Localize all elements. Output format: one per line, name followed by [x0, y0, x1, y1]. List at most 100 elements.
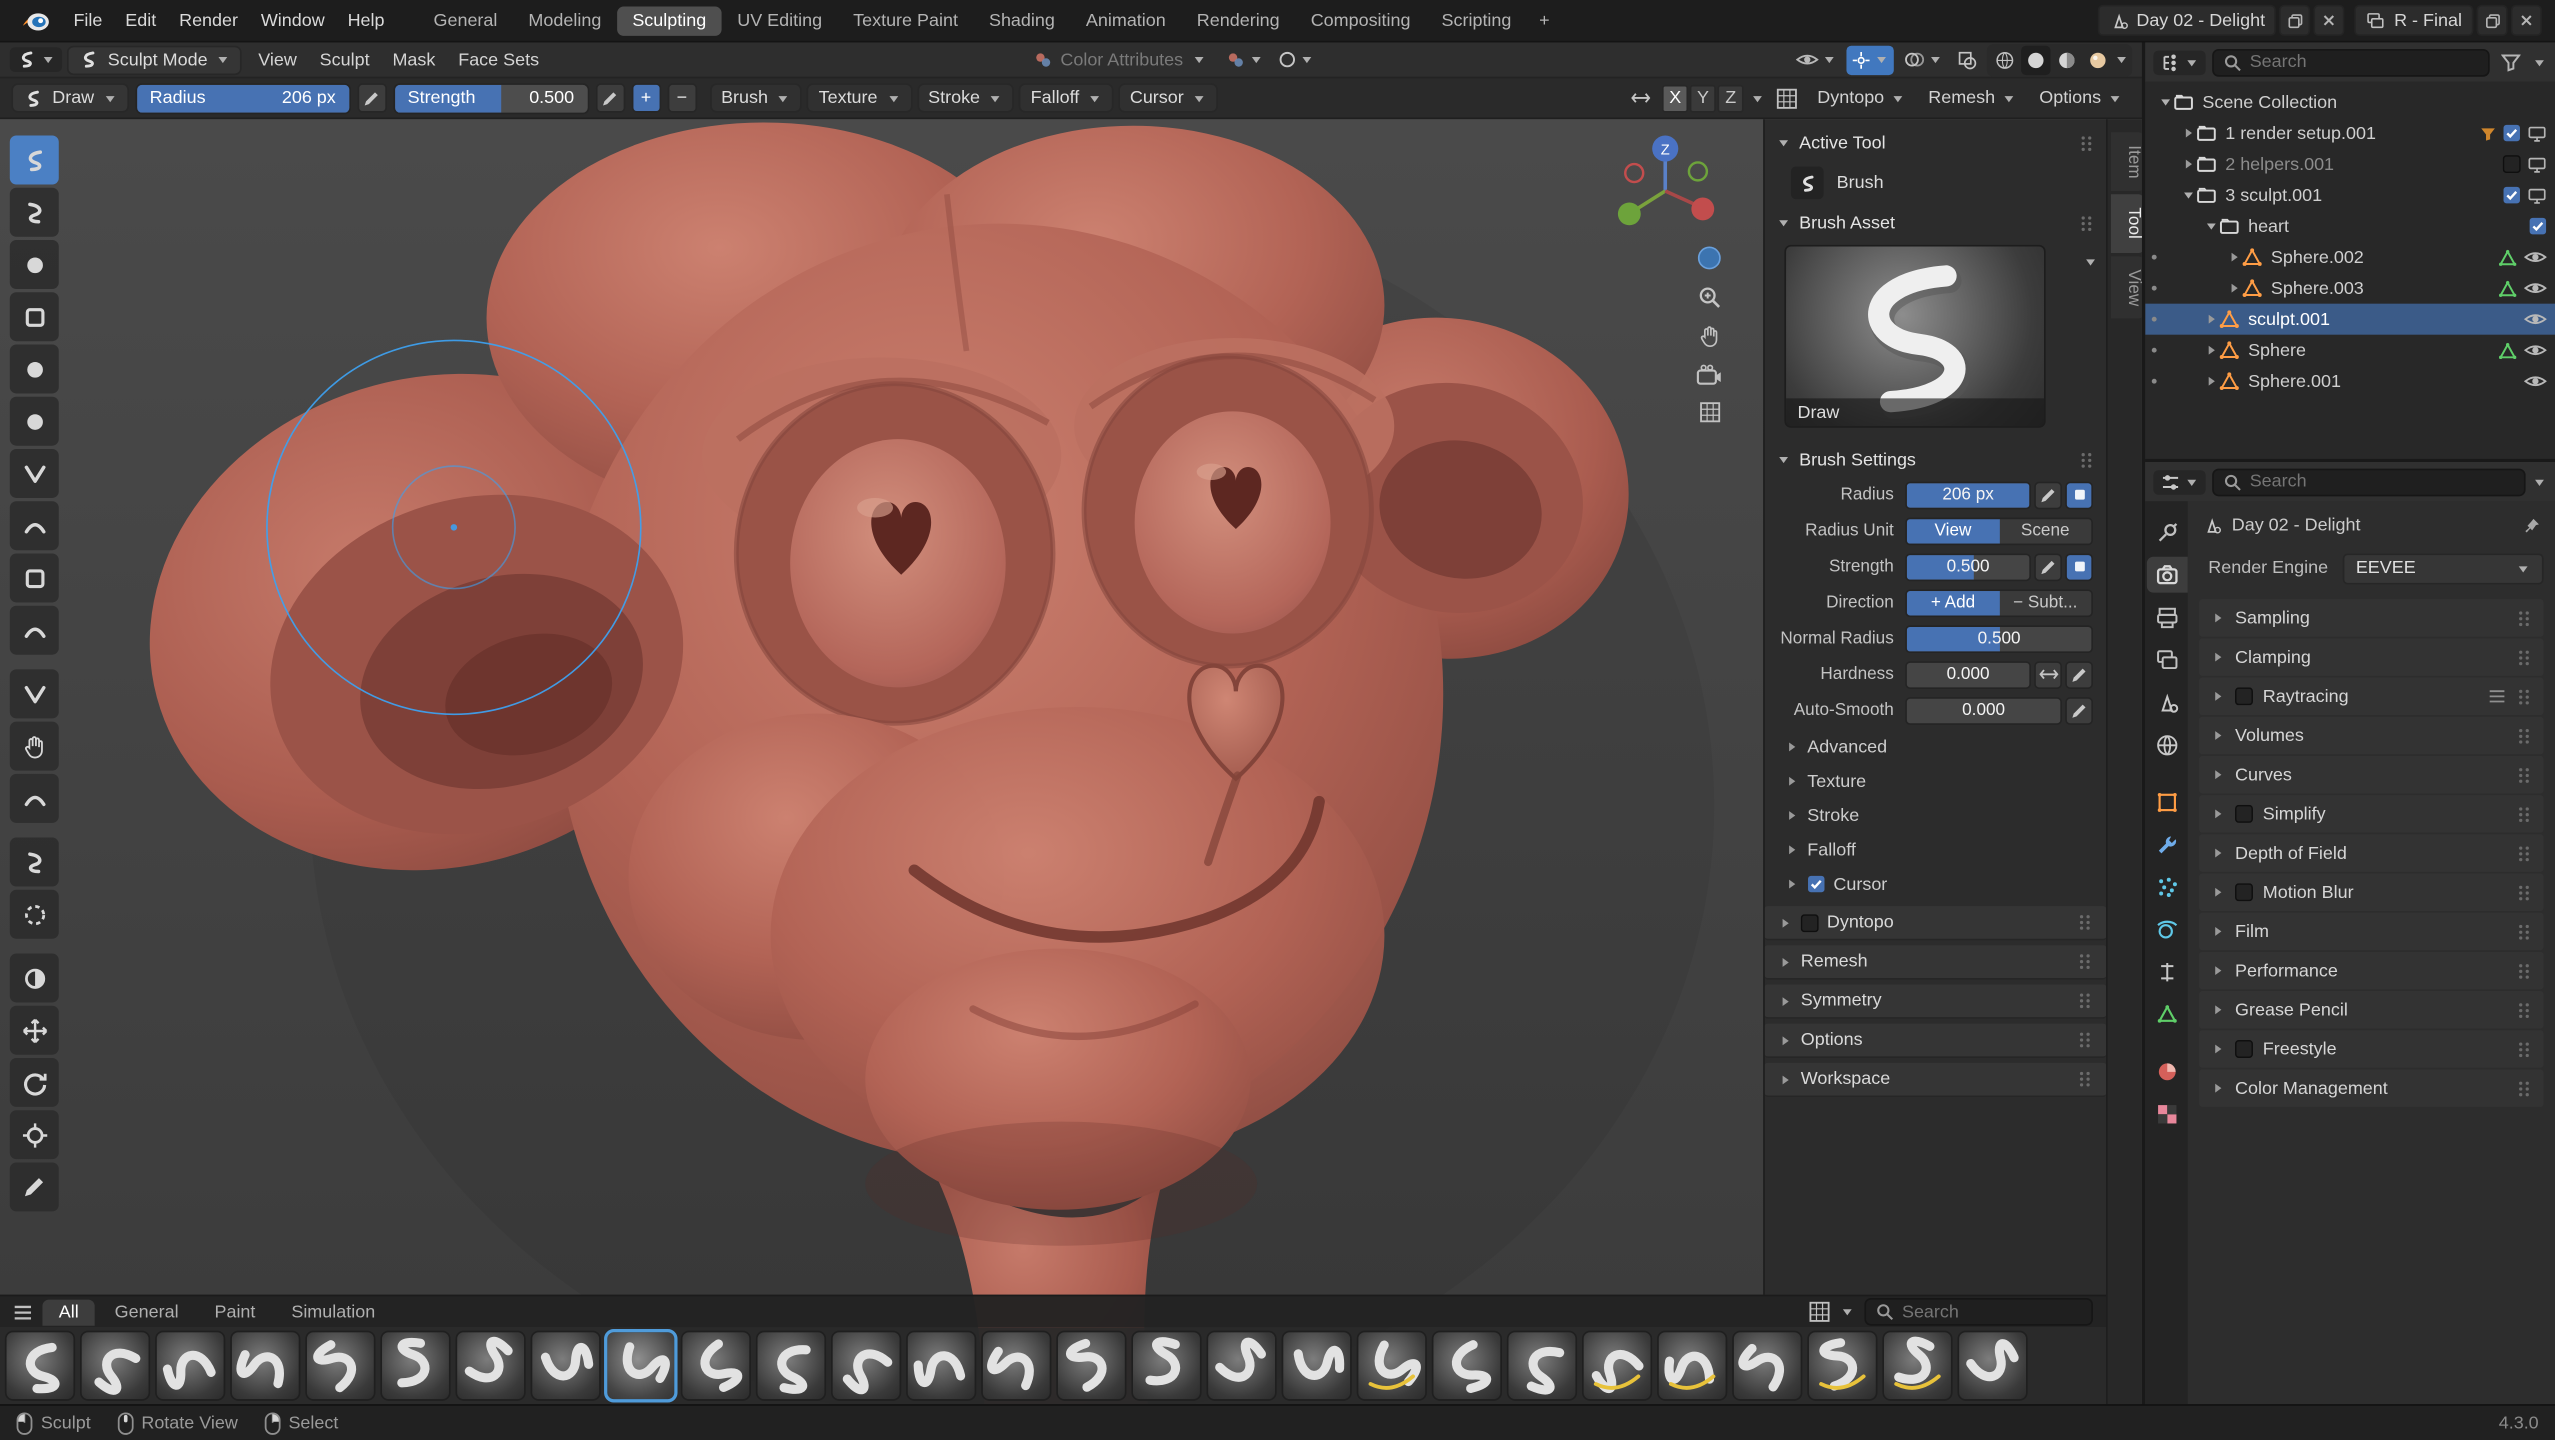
section-freestyle[interactable]: Freestyle: [2199, 1030, 2543, 1068]
outliner-row-heart[interactable]: heart: [2145, 211, 2555, 242]
shelf-tab-all[interactable]: All: [42, 1299, 95, 1325]
checkbox-off-icon[interactable]: [2235, 883, 2253, 901]
radius-slider[interactable]: Radius 206 px: [135, 82, 351, 113]
outliner-search-input[interactable]: [2250, 52, 2479, 72]
brush-asset-panel-header[interactable]: Brush Asset: [1765, 204, 2106, 242]
pin-icon[interactable]: [2524, 518, 2540, 534]
menu-file[interactable]: File: [62, 6, 114, 35]
shelf-menu-icon[interactable]: [13, 1304, 33, 1320]
toolbar-crease-button[interactable]: [10, 449, 59, 498]
viewport-3d[interactable]: Z: [0, 119, 2142, 1404]
direction-subtract-button[interactable]: −: [667, 83, 696, 112]
dyntopo-popover[interactable]: Dyntopo: [1809, 88, 1913, 108]
section-clamping[interactable]: Clamping: [2199, 638, 2543, 676]
checkbox-off-icon[interactable]: [2235, 687, 2253, 705]
brush-thumbnail[interactable]: [1056, 1331, 1126, 1401]
outliner-row-sphere[interactable]: Sphere: [2145, 335, 2555, 366]
brush-preview-image[interactable]: Draw: [1784, 245, 2045, 428]
workspace-tab-animation[interactable]: Animation: [1071, 6, 1180, 35]
popover-stroke[interactable]: Stroke: [917, 83, 1015, 112]
editor-type-selector[interactable]: [10, 47, 62, 71]
props-tab-constraints[interactable]: [2146, 953, 2187, 989]
pressure-button[interactable]: [2034, 481, 2062, 509]
brush-thumbnail[interactable]: [906, 1331, 976, 1401]
outliner-row-1-render-setup-001[interactable]: 1 render setup.001: [2145, 118, 2555, 149]
brush-thumbnail[interactable]: [230, 1331, 300, 1401]
unified-button[interactable]: [2065, 553, 2093, 581]
brush-thumbnail[interactable]: [80, 1331, 150, 1401]
region-tab-view[interactable]: View: [2111, 256, 2142, 319]
menu-edit[interactable]: Edit: [114, 6, 168, 35]
toolbar-inflate-button[interactable]: [10, 344, 59, 393]
blender-menu-button[interactable]: [13, 4, 55, 37]
xray-toggle[interactable]: [1953, 45, 1982, 74]
subpanel-texture[interactable]: Texture: [1765, 764, 2106, 798]
strength-pressure-button[interactable]: [595, 83, 624, 112]
shading-rendered-button[interactable]: [2083, 45, 2112, 74]
outliner-row-sculpt-001[interactable]: sculpt.001: [2145, 304, 2555, 335]
new-view-layer-button[interactable]: [2477, 5, 2508, 36]
brush-thumbnail[interactable]: [531, 1331, 601, 1401]
subpanel-advanced[interactable]: Advanced: [1765, 730, 2106, 764]
slider-hardness[interactable]: 0.000: [1905, 660, 2031, 688]
brush-thumbnail[interactable]: [155, 1331, 225, 1401]
panel-workspace[interactable]: Workspace: [1765, 1061, 2106, 1097]
color-attributes-dropdown[interactable]: Color Attributes: [1023, 50, 1216, 70]
navigation-gizmo[interactable]: Z: [1608, 129, 1722, 243]
workspace-tab-sculpting[interactable]: Sculpting: [618, 6, 721, 35]
props-tab-object[interactable]: [2146, 784, 2187, 820]
render-engine-dropdown[interactable]: EEVEE: [2343, 553, 2544, 584]
remove-view-layer-button[interactable]: [2511, 5, 2542, 36]
props-tab-texture[interactable]: [2146, 1096, 2187, 1132]
subpanel-stroke[interactable]: Stroke: [1765, 798, 2106, 832]
brush-thumbnail[interactable]: [1432, 1331, 1502, 1401]
brush-thumbnail[interactable]: [305, 1331, 375, 1401]
toolbar-snake-hook-button[interactable]: [10, 838, 59, 887]
brush-thumbnail[interactable]: [606, 1331, 676, 1401]
brush-thumbnail[interactable]: [1732, 1331, 1802, 1401]
dyntopo-detail-button[interactable]: [1772, 83, 1803, 112]
menu-window[interactable]: Window: [249, 6, 336, 35]
workspace-tab-texture-paint[interactable]: Texture Paint: [838, 6, 972, 35]
shelf-search[interactable]: [1864, 1298, 2093, 1326]
pan-hand-icon[interactable]: [1699, 325, 1720, 348]
pressure-button[interactable]: [2065, 696, 2093, 724]
popover-cursor[interactable]: Cursor: [1118, 83, 1218, 112]
menu-sculpt[interactable]: Sculpt: [308, 47, 381, 73]
props-tab-scene[interactable]: [2146, 684, 2187, 720]
eye-icon[interactable]: [2524, 248, 2547, 266]
slider-auto-smooth[interactable]: 0.000: [1905, 696, 2062, 724]
brush-thumbnail[interactable]: [1582, 1331, 1652, 1401]
checkbox-on-icon[interactable]: [2503, 124, 2521, 142]
checkbox-on-icon[interactable]: [2503, 186, 2521, 204]
active-tool-panel-header[interactable]: Active Tool: [1765, 124, 2106, 162]
section-motion-blur[interactable]: Motion Blur: [2199, 873, 2543, 911]
properties-search-input[interactable]: [2250, 472, 2514, 492]
brush-thumbnail[interactable]: [1807, 1331, 1877, 1401]
scene-selector[interactable]: Day 02 - Delight: [2097, 5, 2276, 36]
popover-brush[interactable]: Brush: [710, 83, 803, 112]
outliner-row-3-sculpt-001[interactable]: 3 sculpt.001: [2145, 180, 2555, 211]
brush-thumbnail[interactable]: [5, 1331, 75, 1401]
toolbar-elastic-deform-button[interactable]: [10, 774, 59, 823]
option-scene[interactable]: Scene: [1999, 518, 2091, 542]
slider-normal-radius[interactable]: 0.500: [1905, 624, 2093, 652]
visibility-dropdown[interactable]: [1791, 45, 1842, 74]
toolbar-clay-strips-button[interactable]: [10, 292, 59, 341]
slider-radius[interactable]: 206 px: [1905, 481, 2031, 509]
toolbar-annotate-button[interactable]: [10, 1162, 59, 1211]
region-tab-tool[interactable]: Tool: [2111, 195, 2142, 253]
section-sampling[interactable]: Sampling: [2199, 599, 2543, 637]
section-grease-pencil[interactable]: Grease Pencil: [2199, 991, 2543, 1029]
filter-icon[interactable]: [2480, 125, 2496, 141]
remesh-popover[interactable]: Remesh: [1920, 88, 2024, 108]
shelf-display-icon[interactable]: [1809, 1301, 1830, 1322]
option-subt[interactable]: − Subt...: [1999, 590, 2091, 614]
brush-thumbnail[interactable]: [756, 1331, 826, 1401]
mirror-icon-button[interactable]: [1626, 83, 1655, 112]
panel-remesh[interactable]: Remesh: [1765, 944, 2106, 980]
expand-button[interactable]: [2034, 660, 2062, 688]
subpanel-falloff[interactable]: Falloff: [1765, 833, 2106, 867]
workspace-tab-shading[interactable]: Shading: [974, 6, 1069, 35]
toolbar-draw-button[interactable]: [10, 136, 59, 185]
